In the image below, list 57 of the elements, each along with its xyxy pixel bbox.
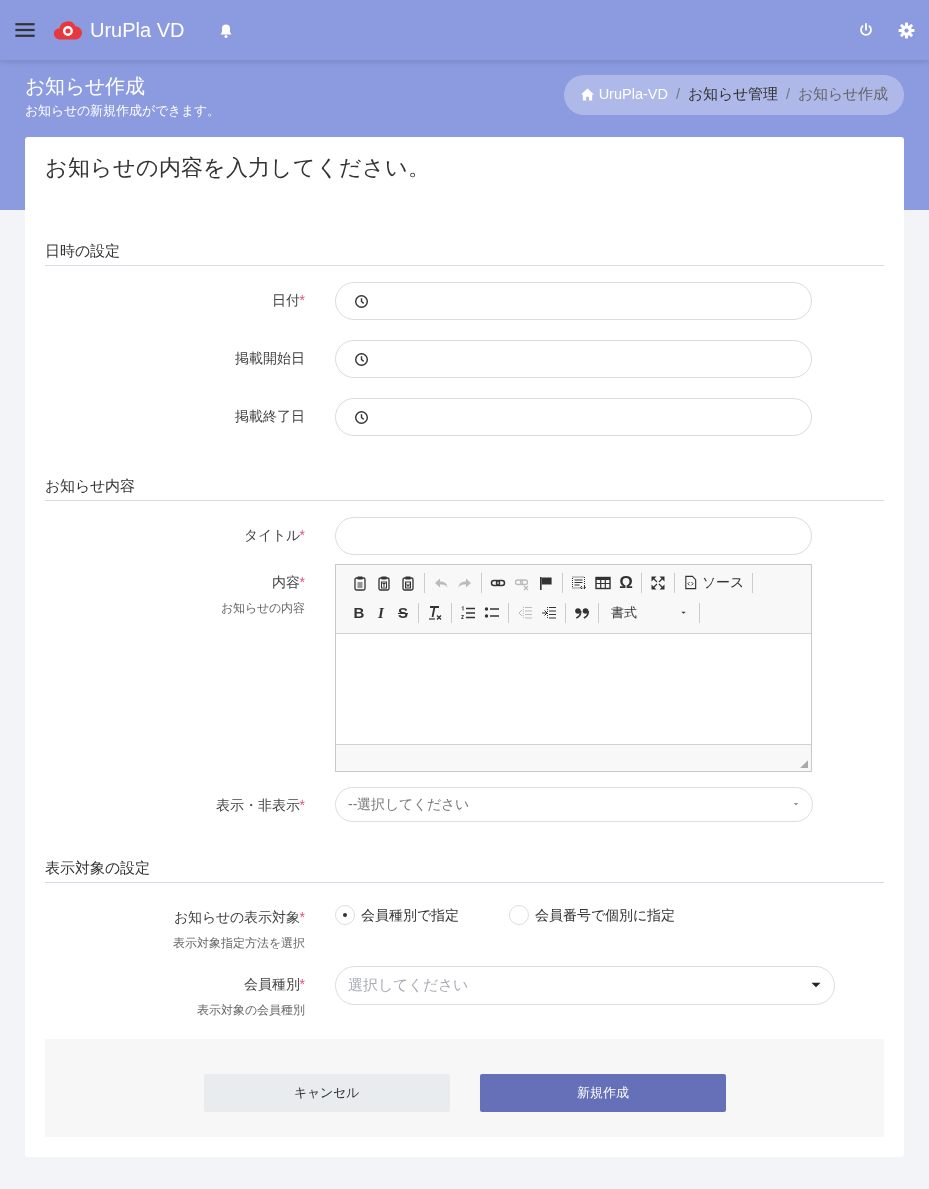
field-hint: お知らせの内容: [220, 600, 305, 616]
bold-button[interactable]: B: [348, 601, 370, 624]
field-label: 内容*: [270, 572, 305, 592]
section-title: 表示対象の設定: [45, 857, 884, 883]
maximize-icon[interactable]: [650, 574, 666, 591]
breadcrumb-separator: /: [675, 85, 680, 104]
clock-icon: [354, 351, 369, 367]
flag-icon[interactable]: [538, 574, 554, 591]
field-label: 掲載開始日: [234, 349, 305, 369]
rich-text-editor[interactable]: Ω ソース B I S 書式: [335, 563, 812, 772]
field-label: お知らせの表示対象*: [172, 907, 305, 927]
power-icon[interactable]: [858, 22, 874, 38]
special-character-button[interactable]: Ω: [615, 571, 637, 594]
italic-button[interactable]: I: [370, 601, 392, 624]
clock-icon: [354, 409, 369, 425]
field-label: 日付*: [270, 291, 305, 311]
clipboard-icon[interactable]: [400, 574, 416, 591]
bulleted-list-icon[interactable]: [484, 604, 500, 621]
date-field[interactable]: [335, 282, 812, 321]
field-label: タイトル*: [242, 525, 305, 545]
breadcrumb-link[interactable]: お知らせ管理: [687, 84, 778, 106]
select-field[interactable]: --選択してください: [335, 786, 813, 822]
numbered-list-icon[interactable]: [460, 604, 476, 621]
text-field[interactable]: [335, 516, 812, 555]
field-hint: 表示対象指定方法を選択: [172, 935, 305, 951]
format-dropdown[interactable]: 書式: [603, 601, 695, 624]
indent-icon[interactable]: [541, 604, 557, 621]
breadcrumb-separator: /: [785, 85, 790, 104]
page-subtitle: お知らせの新規作成ができます。: [25, 103, 220, 120]
document-icon: [683, 575, 698, 591]
source-button[interactable]: ソース: [679, 571, 748, 594]
breadcrumb-current: お知らせ作成: [798, 85, 888, 104]
date-field[interactable]: [335, 340, 812, 379]
caret-icon: [680, 609, 687, 617]
field-hint: 表示対象の会員種別: [196, 1002, 305, 1018]
clipboard-icon[interactable]: [352, 574, 368, 591]
field-label: 表示・非表示*: [214, 795, 305, 815]
section-title: お知らせ内容: [45, 476, 884, 501]
page-title: お知らせ作成: [25, 74, 146, 98]
field-label: 会員種別*: [242, 974, 305, 994]
document-icon[interactable]: [571, 574, 587, 591]
cancel-button[interactable]: キャンセル: [203, 1074, 450, 1113]
clock-icon: [354, 293, 369, 309]
settings-icon[interactable]: [898, 21, 915, 39]
create-button[interactable]: 新規作成: [479, 1074, 726, 1113]
table-icon[interactable]: [595, 574, 611, 591]
clear-format-icon[interactable]: [427, 604, 443, 621]
home-icon: [579, 87, 595, 103]
clipboard-icon[interactable]: [376, 574, 392, 591]
resize-handle-icon[interactable]: [799, 758, 808, 768]
radio-option[interactable]: 会員番号で個別に指定: [509, 904, 675, 926]
section-title: 日時の設定: [45, 241, 884, 267]
date-field[interactable]: [335, 398, 812, 437]
strikethrough-button[interactable]: S: [392, 601, 414, 624]
radio-option[interactable]: 会員種別で指定: [335, 904, 459, 926]
card-title: お知らせの内容を入力してください。: [45, 155, 431, 182]
field-label: 掲載終了日: [234, 407, 305, 427]
